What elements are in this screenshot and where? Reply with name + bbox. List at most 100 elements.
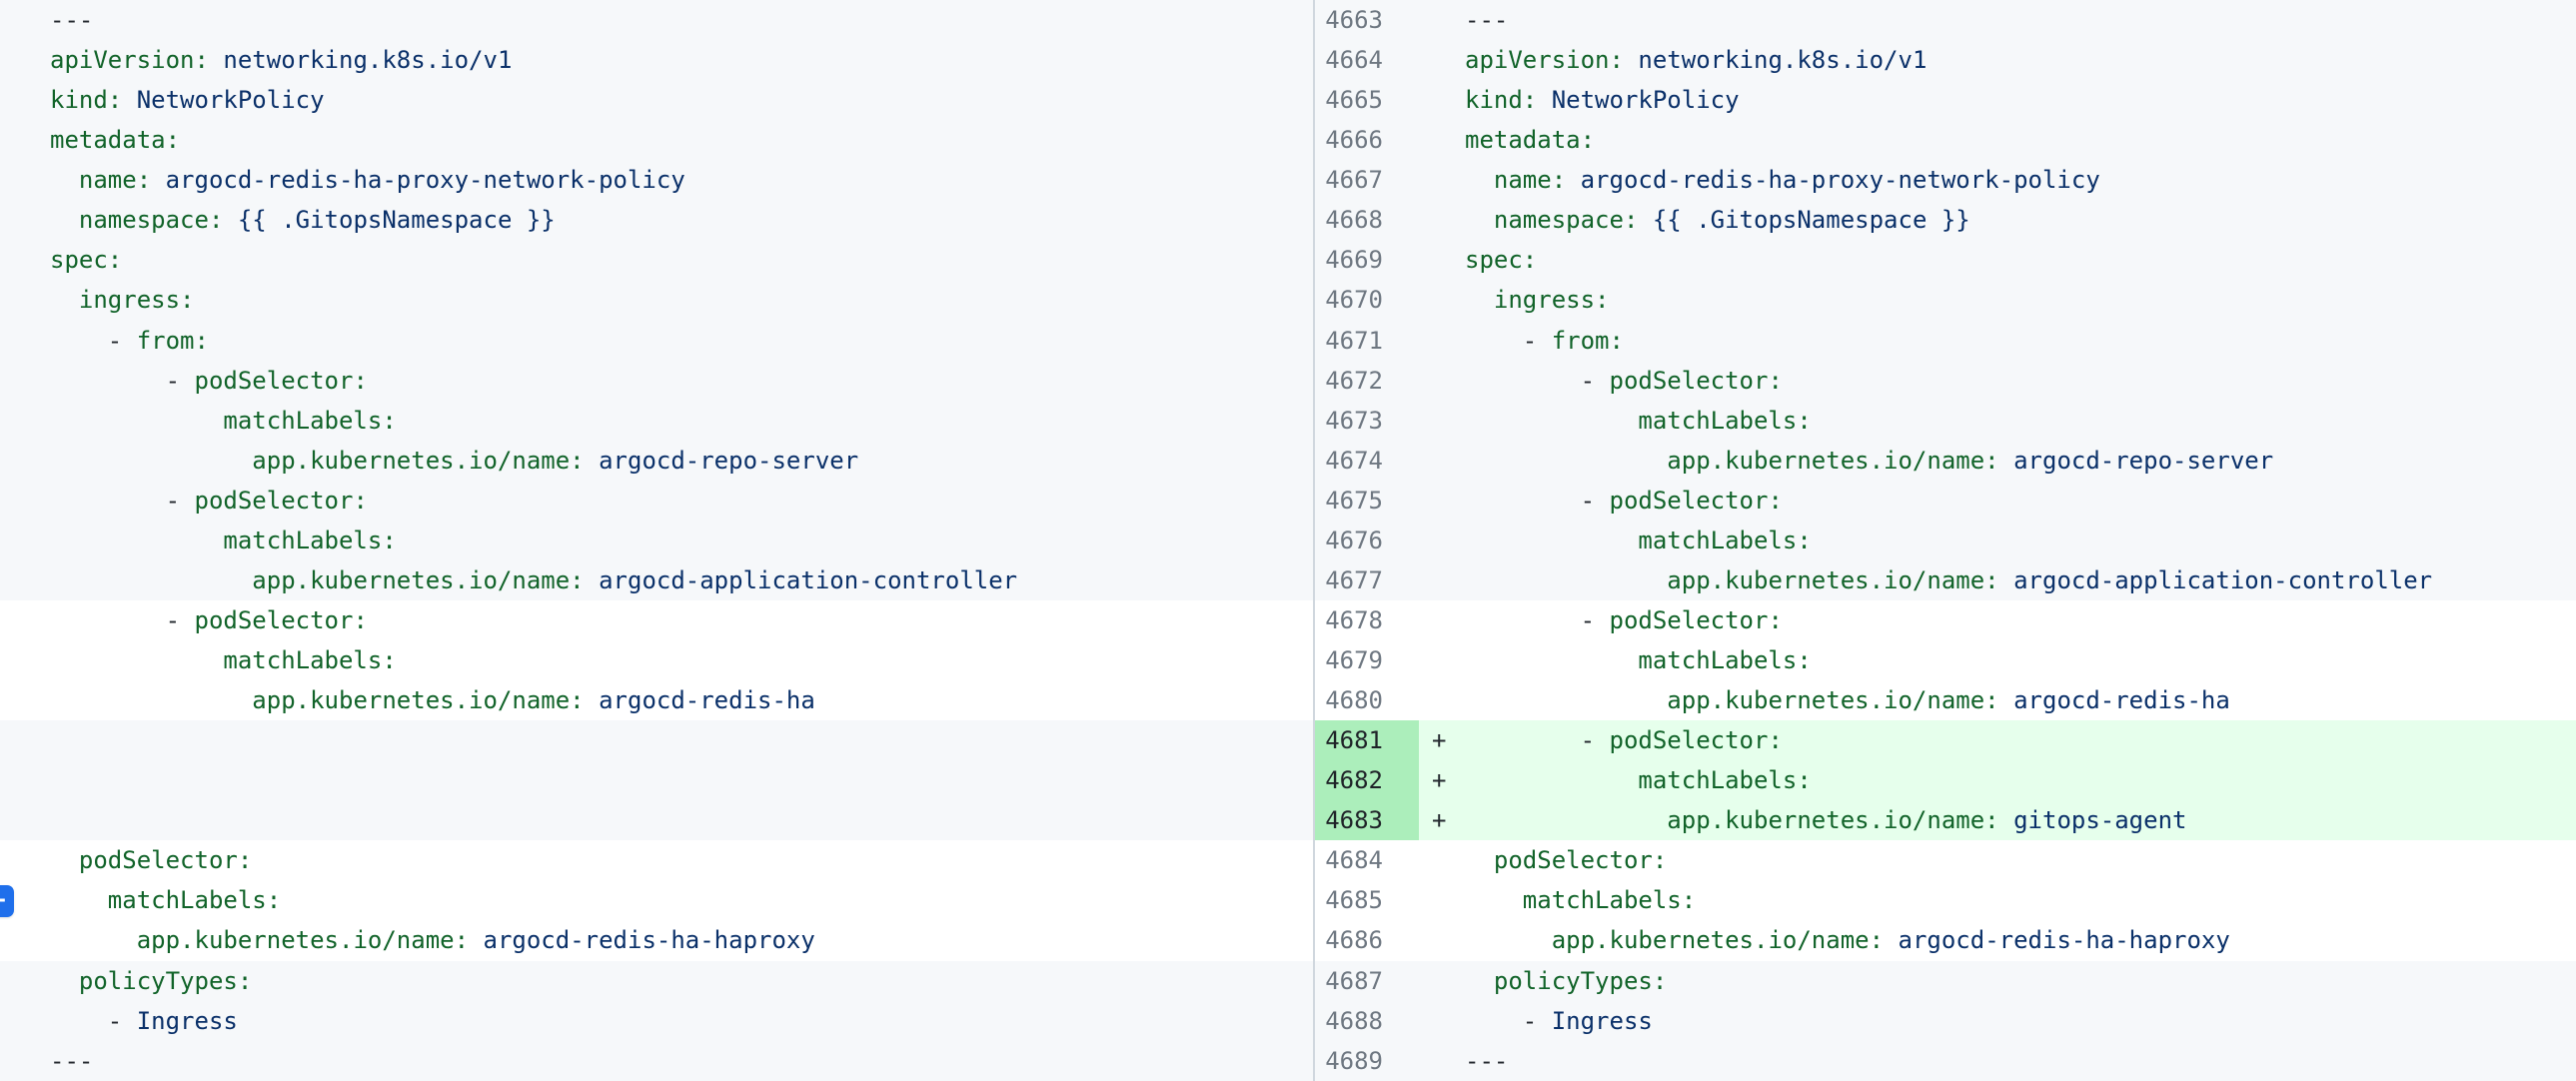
diff-row-right-4683: 4683+ app.kubernetes.io/name: gitops-age… xyxy=(1315,800,2576,840)
line-number-4688[interactable]: 4688 xyxy=(1315,1001,1419,1041)
code-line-right: matchLabels: xyxy=(1419,880,2576,920)
code-token-plain xyxy=(50,447,252,475)
line-number-4677[interactable]: 4677 xyxy=(1315,560,1419,600)
line-number-4683[interactable]: 4683 xyxy=(1315,800,1419,840)
line-number-4672[interactable]: 4672 xyxy=(1315,361,1419,401)
code-token-val: Ingress xyxy=(137,1007,238,1035)
diff-row-left-4680: app.kubernetes.io/name: argocd-redis-ha xyxy=(0,680,1313,720)
line-number-4675[interactable]: 4675 xyxy=(1315,481,1419,521)
code-line-left: - podSelector: xyxy=(0,481,1313,521)
code-line-right: apiVersion: networking.k8s.io/v1 xyxy=(1419,40,2576,80)
line-number-4670[interactable]: 4670 xyxy=(1315,280,1419,320)
diff-row-right-4685: 4685 matchLabels: xyxy=(1315,880,2576,920)
code-token-plain: --- xyxy=(50,1047,93,1075)
line-number-4679[interactable]: 4679 xyxy=(1315,640,1419,680)
line-number-4674[interactable]: 4674 xyxy=(1315,441,1419,481)
code-line-left: - from: xyxy=(0,321,1313,361)
diff-row-left-4679: matchLabels: xyxy=(0,640,1313,680)
code-token-key: kind: xyxy=(1465,86,1537,114)
code-line-right: metadata: xyxy=(1419,120,2576,160)
code-line-left: policyTypes: xyxy=(0,961,1313,1001)
code-token-key: metadata: xyxy=(1465,126,1595,154)
code-line-right: kind: NetworkPolicy xyxy=(1419,80,2576,120)
line-number-4668[interactable]: 4668 xyxy=(1315,200,1419,240)
diff-row-left-4673: matchLabels: xyxy=(0,401,1313,441)
diff-row-right-4678: 4678 - podSelector: xyxy=(1315,600,2576,640)
code-token-val: NetworkPolicy xyxy=(122,86,324,114)
code-token-plain xyxy=(1465,886,1523,914)
code-line-left: app.kubernetes.io/name: argocd-redis-ha-… xyxy=(0,920,1313,960)
line-number-4666[interactable]: 4666 xyxy=(1315,120,1419,160)
addition-marker-icon: + xyxy=(1432,760,1446,800)
code-token-plain: - xyxy=(50,1007,137,1035)
code-token-plain: --- xyxy=(1465,6,1508,34)
code-line-left: ingress: xyxy=(0,280,1313,320)
code-token-plain xyxy=(1465,566,1667,594)
line-number-4673[interactable]: 4673 xyxy=(1315,401,1419,441)
code-line-right: app.kubernetes.io/name: argocd-redis-ha-… xyxy=(1419,920,2576,960)
line-number-4681[interactable]: 4681 xyxy=(1315,720,1419,760)
code-token-plain xyxy=(1465,766,1638,794)
line-number-4664[interactable]: 4664 xyxy=(1315,40,1419,80)
diff-row-left-4688: - Ingress xyxy=(0,1001,1313,1041)
line-number-4663[interactable]: 4663 xyxy=(1315,0,1419,40)
plus-icon: + xyxy=(0,887,6,914)
code-line-right: app.kubernetes.io/name: argocd-repo-serv… xyxy=(1419,441,2576,481)
line-number-4671[interactable]: 4671 xyxy=(1315,321,1419,361)
line-number-4676[interactable]: 4676 xyxy=(1315,521,1419,560)
code-token-key: app.kubernetes.io/name: xyxy=(252,686,584,714)
diff-row-left-4674: app.kubernetes.io/name: argocd-repo-serv… xyxy=(0,441,1313,481)
code-line-left: app.kubernetes.io/name: argocd-redis-ha xyxy=(0,680,1313,720)
diff-row-left-4686: app.kubernetes.io/name: argocd-redis-ha-… xyxy=(0,920,1313,960)
code-token-key: policyTypes: xyxy=(1494,967,1667,995)
code-token-key: podSelector: xyxy=(1610,367,1783,395)
code-token-key: app.kubernetes.io/name: xyxy=(1667,686,1998,714)
code-line-right: + matchLabels: xyxy=(1419,760,2576,800)
diff-row-right-4676: 4676 matchLabels: xyxy=(1315,521,2576,560)
code-line-left: spec: xyxy=(0,240,1313,280)
code-line-right: --- xyxy=(1419,1041,2576,1081)
diff-left-pane: ---apiVersion: networking.k8s.io/v1kind:… xyxy=(0,0,1315,1081)
line-number-4680[interactable]: 4680 xyxy=(1315,680,1419,720)
code-token-val: NetworkPolicy xyxy=(1537,86,1739,114)
code-token-val: argocd-redis-ha-haproxy xyxy=(469,926,815,954)
code-line-right: namespace: {{ .GitopsNamespace }} xyxy=(1419,200,2576,240)
line-number-4667[interactable]: 4667 xyxy=(1315,160,1419,200)
code-token-key: metadata: xyxy=(50,126,180,154)
line-number-4687[interactable]: 4687 xyxy=(1315,961,1419,1001)
code-token-key: from: xyxy=(1552,327,1624,355)
line-number-4686[interactable]: 4686 xyxy=(1315,920,1419,960)
code-token-key: podSelector: xyxy=(195,367,368,395)
code-token-key: podSelector: xyxy=(1494,846,1667,874)
code-token-key: matchLabels: xyxy=(223,407,396,435)
line-number-4678[interactable]: 4678 xyxy=(1315,600,1419,640)
code-token-plain: - xyxy=(1465,1007,1552,1035)
code-token-key: podSelector: xyxy=(79,846,252,874)
code-token-key: apiVersion: xyxy=(50,46,209,74)
code-token-key: matchLabels: xyxy=(1638,766,1811,794)
code-line-left: --- xyxy=(0,0,1313,40)
code-token-key: matchLabels: xyxy=(1638,646,1811,674)
line-number-4669[interactable]: 4669 xyxy=(1315,240,1419,280)
code-token-plain xyxy=(1465,286,1494,314)
diff-row-right-4681: 4681+ - podSelector: xyxy=(1315,720,2576,760)
code-token-val: argocd-redis-ha-proxy-network-policy xyxy=(1566,166,2100,194)
code-token-key: policyTypes: xyxy=(79,967,252,995)
code-token-val: argocd-redis-ha xyxy=(1999,686,2230,714)
code-token-plain xyxy=(50,886,108,914)
code-line-left: - Ingress xyxy=(0,1001,1313,1041)
code-token-plain: - xyxy=(1465,367,1610,395)
code-token-plain xyxy=(1465,967,1494,995)
line-number-4682[interactable]: 4682 xyxy=(1315,760,1419,800)
line-number-4684[interactable]: 4684 xyxy=(1315,840,1419,880)
code-line-right: app.kubernetes.io/name: argocd-applicati… xyxy=(1419,560,2576,600)
line-number-4689[interactable]: 4689 xyxy=(1315,1041,1419,1081)
line-number-4665[interactable]: 4665 xyxy=(1315,80,1419,120)
line-number-4685[interactable]: 4685 xyxy=(1315,880,1419,920)
code-token-val: argocd-repo-server xyxy=(1999,447,2274,475)
code-token-val: gitops-agent xyxy=(1999,806,2187,834)
code-line-right: - Ingress xyxy=(1419,1001,2576,1041)
code-token-plain xyxy=(50,286,79,314)
add-comment-button[interactable]: + xyxy=(0,885,14,917)
code-token-key: app.kubernetes.io/name: xyxy=(252,447,584,475)
